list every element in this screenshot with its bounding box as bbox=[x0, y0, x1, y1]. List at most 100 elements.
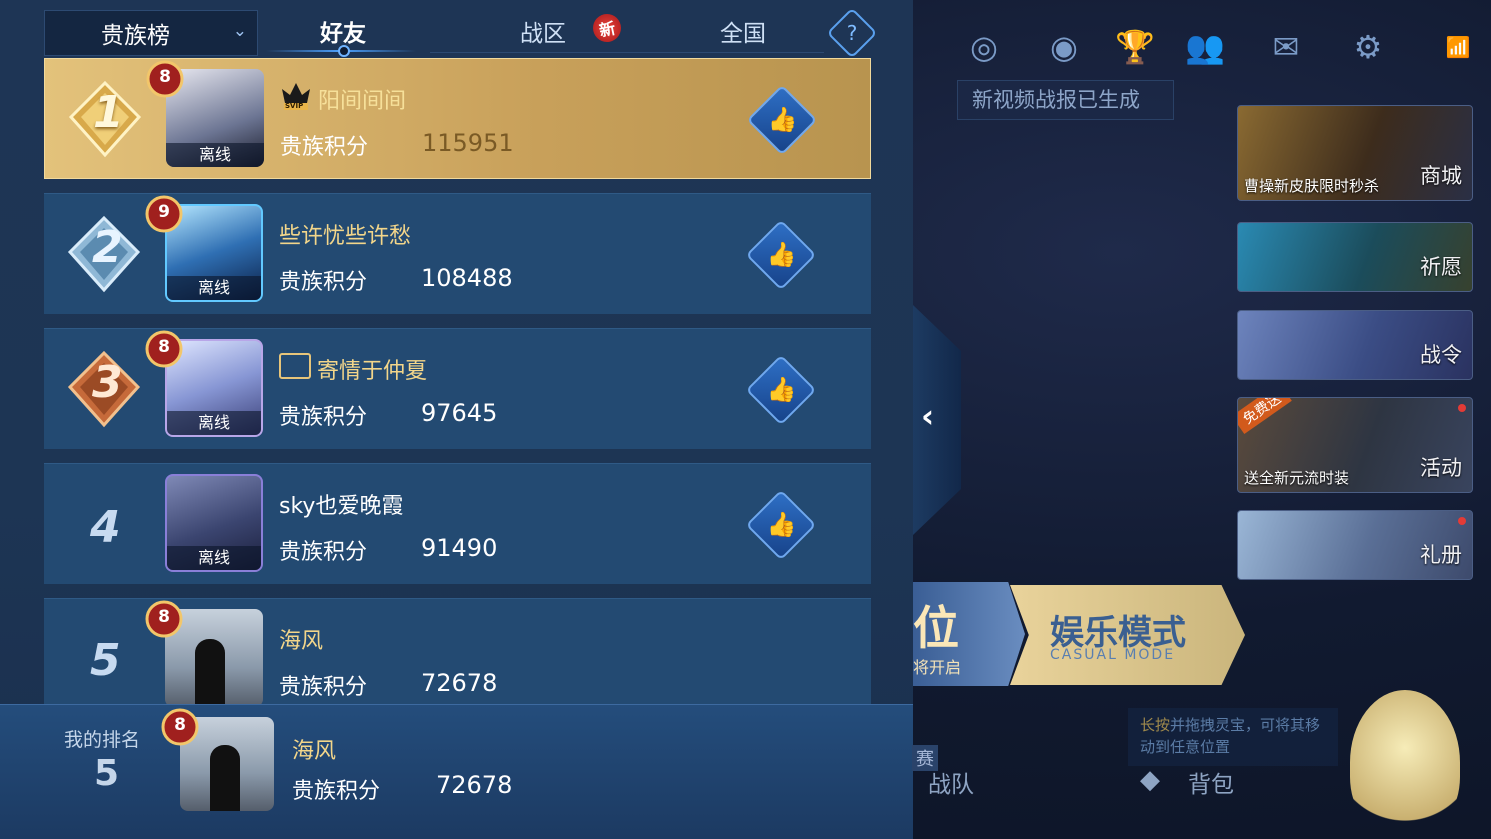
tab-divider bbox=[430, 52, 824, 53]
player-name: sky也爱晚霞 bbox=[279, 494, 404, 519]
replay-eye-icon[interactable]: ◉ bbox=[1042, 25, 1086, 69]
my-rank-number: 5 bbox=[94, 753, 120, 794]
score-value: 115951 bbox=[422, 129, 514, 157]
offline-status: 离线 bbox=[167, 411, 261, 435]
bag-icon: ◆ bbox=[1140, 765, 1160, 795]
offline-status: 离线 bbox=[167, 546, 261, 570]
friends-icon[interactable]: 👥 bbox=[1183, 25, 1227, 69]
leaderboard-row-4[interactable]: 4 离线 sky也爱晚霞 贵族积分 91490 👍 bbox=[44, 463, 871, 584]
chevron-left-icon: ‹ bbox=[921, 397, 935, 435]
avatar[interactable]: 离线 bbox=[165, 474, 263, 572]
score-label: 贵族积分 bbox=[279, 405, 368, 430]
event-label: 活动 bbox=[1420, 456, 1462, 480]
free-ribbon: 免费送 bbox=[1238, 398, 1292, 435]
notification-dot bbox=[1458, 404, 1466, 412]
team-button[interactable]: 战队 bbox=[928, 765, 974, 799]
like-button[interactable]: 👍 bbox=[745, 219, 817, 291]
level-badge: 8 bbox=[145, 59, 185, 99]
rank-number: 4 bbox=[90, 502, 121, 553]
my-score-label: 贵族积分 bbox=[292, 779, 381, 804]
collapse-panel-button[interactable]: ‹ bbox=[913, 305, 961, 535]
score-label: 贵族积分 bbox=[279, 270, 368, 295]
leaderboard-dropdown[interactable]: 贵族榜 ⌄ bbox=[44, 10, 258, 56]
rank-number: 3 bbox=[92, 357, 123, 408]
drag-tip: 长按并拖拽灵宝，可将其移动到任意位置 bbox=[1128, 708, 1338, 766]
settings-gear-icon[interactable]: ⚙ bbox=[1346, 25, 1390, 69]
like-button[interactable]: 👍 bbox=[745, 489, 817, 561]
tab-national[interactable]: 全国 bbox=[720, 14, 766, 48]
like-button[interactable]: 👍 bbox=[745, 354, 817, 426]
book-icon bbox=[279, 353, 311, 379]
like-button[interactable]: 👍 bbox=[746, 84, 818, 156]
score-value: 108488 bbox=[421, 264, 513, 292]
score-value: 91490 bbox=[421, 534, 498, 562]
leaderboard-row-3[interactable]: 3 离线 8 寄情于仲夏 贵族积分 97645 👍 bbox=[44, 328, 871, 449]
score-label: 贵族积分 bbox=[279, 675, 368, 700]
shop-card[interactable]: 商城 曹操新皮肤限时秒杀 bbox=[1237, 105, 1473, 201]
bag-button[interactable]: 背包 bbox=[1188, 765, 1234, 799]
leaderboard-dropdown-label: 贵族榜 bbox=[101, 23, 170, 49]
my-level-badge: 8 bbox=[160, 707, 200, 747]
trophy-icon[interactable]: 🏆 bbox=[1113, 25, 1157, 69]
gift-book-label: 礼册 bbox=[1420, 543, 1462, 567]
wish-card[interactable]: 祈愿 bbox=[1237, 222, 1473, 292]
level-badge: 8 bbox=[144, 329, 184, 369]
level-badge: 9 bbox=[144, 194, 184, 234]
tab-zone[interactable]: 战区 bbox=[520, 14, 566, 48]
score-label: 贵族积分 bbox=[280, 135, 369, 160]
player-name: 寄情于仲夏 bbox=[317, 359, 428, 384]
leaderboard-row-2[interactable]: 2 离线 9 些许忧些许愁 贵族积分 108488 👍 bbox=[44, 193, 871, 314]
level-number: 9 bbox=[158, 202, 170, 222]
silhouette-image bbox=[195, 639, 225, 707]
tab-friends[interactable]: 好友 bbox=[320, 14, 366, 48]
score-value: 97645 bbox=[421, 399, 498, 427]
silhouette-image bbox=[210, 745, 240, 811]
tab-bar: 贵族榜 ⌄ 好友 战区 新 全国 ? bbox=[0, 0, 913, 59]
my-rank-label: 我的排名 bbox=[64, 729, 141, 751]
rank-number: 1 bbox=[93, 87, 124, 138]
ranked-title: 位 bbox=[913, 601, 959, 655]
new-badge: 新 bbox=[590, 11, 624, 45]
mail-icon[interactable]: ✉ bbox=[1264, 25, 1308, 69]
score-label: 贵族积分 bbox=[279, 540, 368, 565]
player-name: 海风 bbox=[279, 629, 324, 654]
wifi-battery-icon: 📶 bbox=[1445, 35, 1471, 59]
thumbs-up-icon: 👍 bbox=[766, 375, 797, 404]
svip-crown-icon: SVIP bbox=[280, 81, 312, 111]
level-number: 8 bbox=[174, 715, 186, 735]
notification-dot bbox=[1458, 517, 1466, 525]
player-name: 阳间间间 bbox=[318, 89, 407, 114]
score-value: 72678 bbox=[421, 669, 498, 697]
player-name: 些许忧些许愁 bbox=[279, 224, 412, 249]
level-number: 8 bbox=[158, 337, 170, 357]
gift-book-card[interactable]: 礼册 bbox=[1237, 510, 1473, 580]
help-button[interactable]: ? bbox=[826, 7, 878, 59]
offline-status: 离线 bbox=[167, 276, 261, 300]
level-badge: 8 bbox=[144, 599, 184, 639]
offline-status: 离线 bbox=[166, 143, 264, 167]
help-icon: ? bbox=[846, 21, 858, 45]
event-caption: 送全新元流时装 bbox=[1244, 469, 1350, 487]
event-card[interactable]: 免费送 活动 送全新元流时装 bbox=[1237, 397, 1473, 493]
tip-highlight: 长按 bbox=[1140, 716, 1171, 734]
chevron-down-icon: ⌄ bbox=[232, 21, 247, 41]
wish-label: 祈愿 bbox=[1420, 255, 1462, 279]
casual-mode-subtitle: CASUAL MODE bbox=[1050, 647, 1176, 663]
target-icon[interactable]: ◎ bbox=[962, 25, 1006, 69]
battle-pass-card[interactable]: 战令 bbox=[1237, 310, 1473, 380]
thumbs-up-icon: 👍 bbox=[767, 105, 798, 134]
video-report-notice[interactable]: 新视频战报已生成 bbox=[957, 80, 1174, 120]
battle-pass-label: 战令 bbox=[1420, 343, 1462, 367]
active-tab-indicator bbox=[338, 45, 350, 57]
leaderboard-row-5[interactable]: 5 8 海风 贵族积分 72678 bbox=[44, 598, 871, 719]
rank-number: 5 bbox=[90, 635, 121, 686]
mascot-pet[interactable] bbox=[1350, 690, 1460, 835]
svip-label: SVIP bbox=[285, 102, 304, 110]
rank-number: 2 bbox=[92, 222, 123, 273]
my-score-value: 72678 bbox=[436, 771, 513, 799]
leaderboard-row-1[interactable]: 1 离线 8 SVIP 阳间间间 贵族积分 115951 👍 bbox=[44, 58, 871, 179]
level-number: 8 bbox=[158, 607, 170, 627]
ranked-mode-button[interactable]: 位 将开启 bbox=[913, 582, 1025, 686]
casual-mode-button[interactable]: 娱乐模式 CASUAL MODE bbox=[1010, 585, 1245, 685]
thumbs-up-icon: 👍 bbox=[766, 510, 797, 539]
